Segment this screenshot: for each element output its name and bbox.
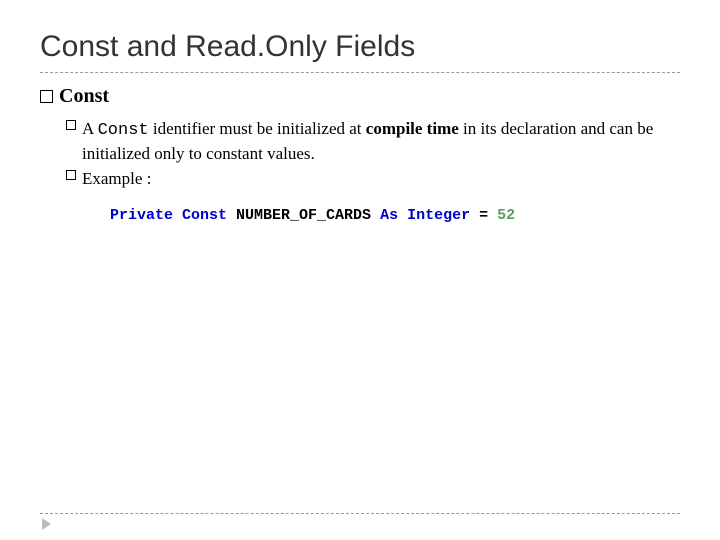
bullet-text: Example : (82, 168, 680, 191)
sub-list: A Const identifier must be initialized a… (40, 118, 680, 191)
arrow-right-icon (42, 518, 51, 530)
section-heading-text: Const (59, 85, 109, 108)
square-bullet-icon (66, 170, 76, 180)
list-item: A Const identifier must be initialized a… (66, 118, 680, 166)
slide-title: Const and Read.Only Fields (40, 30, 680, 73)
bullet-text: A Const identifier must be initialized a… (82, 118, 680, 166)
list-item: Example : (66, 168, 680, 191)
square-bullet-icon (66, 120, 76, 130)
section-heading: Const (40, 85, 680, 108)
square-bullet-icon (40, 90, 53, 103)
footer-divider (40, 513, 680, 514)
code-example: Private Const NUMBER_OF_CARDS As Integer… (40, 207, 680, 224)
